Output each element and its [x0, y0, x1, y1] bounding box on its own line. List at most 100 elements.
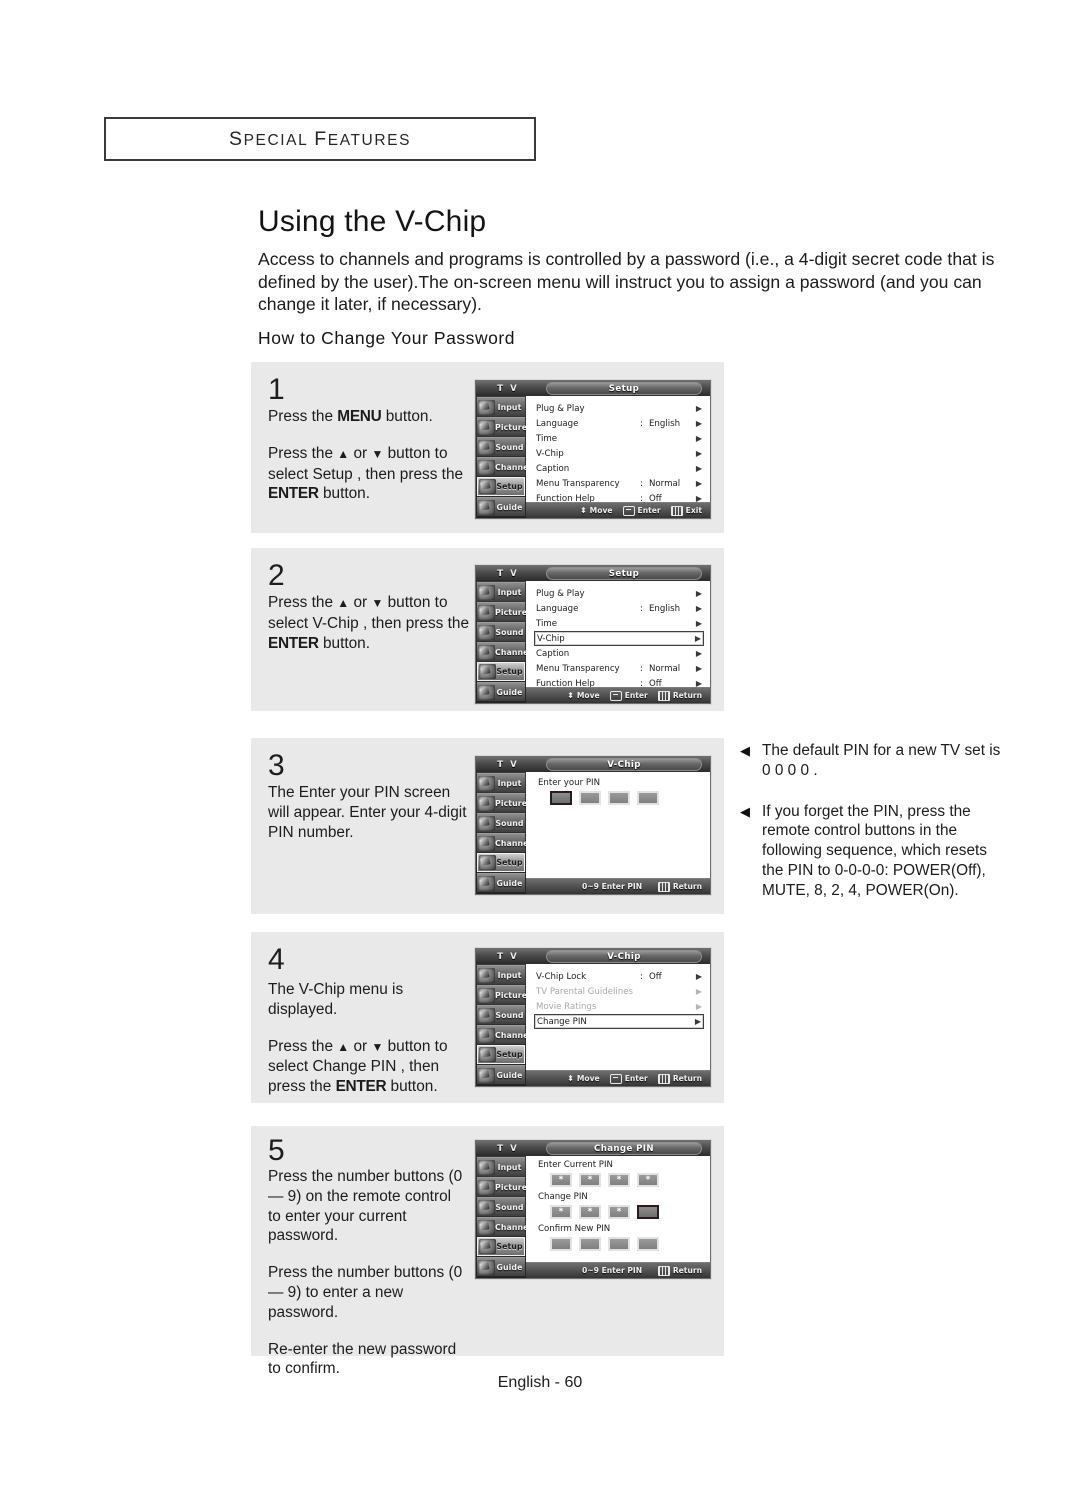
menu-row[interactable]: V-Chip ▶: [534, 446, 704, 461]
footer-hint-enter-pin: 0~9 Enter PIN: [582, 1266, 643, 1275]
sidebar-item-channel[interactable]: Channel: [477, 833, 531, 852]
picture-icon: [478, 987, 495, 1003]
sidebar-item-picture[interactable]: Picture: [477, 602, 527, 621]
pin-digit-box[interactable]: *: [608, 1173, 630, 1187]
pin-digit-box[interactable]: [579, 1237, 601, 1251]
sound-icon: [478, 439, 495, 455]
osd-footer-bar: ⬍ Move Enter Return: [526, 1070, 710, 1086]
sidebar-item-setup[interactable]: Setup: [477, 662, 525, 681]
sidebar-item-guide[interactable]: Guide: [477, 497, 525, 516]
running-header-band: SPECIAL FEATURES: [104, 117, 536, 161]
osd-screen-title: Change PIN: [546, 1142, 702, 1155]
menu-row-selected[interactable]: Change PIN ▶: [534, 1014, 704, 1029]
side-note: ◀ The default PIN for a new TV set is 0 …: [740, 741, 1008, 781]
pin-digit-box[interactable]: [637, 791, 659, 805]
pin-digit-box[interactable]: [550, 1237, 572, 1251]
osd-sidebar[interactable]: Input Picture Sound Channel Setup Guide: [476, 772, 531, 894]
menu-row[interactable]: Language: English ▶: [534, 416, 704, 431]
sidebar-item-channel[interactable]: Channel: [477, 1025, 531, 1044]
sidebar-item-setup[interactable]: Setup: [477, 477, 525, 496]
pin-digit-box[interactable]: *: [579, 1173, 601, 1187]
menu-row[interactable]: Caption ▶: [534, 461, 704, 476]
pin-digit-box[interactable]: [550, 791, 572, 805]
sidebar-item-setup[interactable]: Setup: [477, 853, 525, 872]
menu-row[interactable]: Caption ▶: [534, 646, 704, 661]
sidebar-item-guide[interactable]: Guide: [477, 873, 525, 892]
sidebar-item-picture[interactable]: Picture: [477, 417, 527, 436]
osd-footer-bar: 0~9 Enter PIN Return: [526, 1262, 710, 1278]
pin-digit-box[interactable]: [579, 791, 601, 805]
osd-titlebar: T V V-Chip: [476, 949, 710, 964]
sidebar-item-picture[interactable]: Picture: [477, 793, 527, 812]
pin-digit-box[interactable]: *: [550, 1205, 572, 1219]
step-number: 4: [268, 943, 285, 976]
menu-row-disabled: Movie Ratings ▶: [536, 1001, 702, 1012]
pin-digit-box[interactable]: *: [579, 1205, 601, 1219]
pin-digit-box[interactable]: *: [608, 1205, 630, 1219]
pin-digit-row[interactable]: [538, 1237, 710, 1251]
step-panel-2: 2 Press the ▲ or ▼ button to select V-Ch…: [251, 548, 724, 711]
menu-row[interactable]: Menu Transparency: Normal ▶: [534, 476, 704, 491]
sidebar-item-guide[interactable]: Guide: [477, 1257, 525, 1276]
chevron-right-icon: ▶: [695, 404, 702, 413]
pin-prompt-label: Enter your PIN: [538, 778, 600, 788]
pin-digit-box[interactable]: [637, 1237, 659, 1251]
osd-sidebar[interactable]: Input Picture Sound Channel Setup Guide: [476, 1156, 531, 1278]
step-panel-4: 4 The V-Chip menu is displayed. Press th…: [251, 932, 724, 1103]
sidebar-item-channel[interactable]: Channel: [477, 642, 531, 661]
osd-menu-list: Plug & Play ▶ Language: English ▶ Time ▶ V-C…: [526, 396, 710, 518]
sidebar-item-setup[interactable]: Setup: [477, 1045, 525, 1064]
step-panel-5: 5 Press the number buttons (0 — 9) on th…: [251, 1126, 724, 1377]
pin-digit-box[interactable]: [608, 791, 630, 805]
sound-icon: [478, 1199, 495, 1215]
sidebar-item-input[interactable]: Input: [477, 773, 525, 792]
osd-sidebar[interactable]: Input Picture Sound Channel Setup Guide: [476, 964, 531, 1086]
menu-row[interactable]: V-Chip Lock: Off ▶: [534, 969, 704, 984]
exit-icon: [657, 1265, 670, 1276]
menu-row-selected[interactable]: V-Chip ▶: [534, 631, 704, 646]
osd-tv-label: T V: [497, 568, 519, 579]
pin-digit-row[interactable]: [538, 791, 710, 805]
sidebar-item-picture[interactable]: Picture: [477, 1177, 527, 1196]
pin-digit-row[interactable]: * * * *: [538, 1173, 710, 1187]
osd-sidebar[interactable]: Input Picture Sound Channel Setup Guide: [476, 396, 531, 518]
enter-key-label: ENTER: [268, 485, 319, 503]
pin-digit-box[interactable]: *: [637, 1173, 659, 1187]
sidebar-item-input[interactable]: Input: [477, 1157, 525, 1176]
osd-sidebar[interactable]: Input Picture Sound Channel Setup Guide: [476, 581, 531, 703]
menu-row[interactable]: Time ▶: [534, 431, 704, 446]
step3-para1: The Enter your PIN screen will appear. E…: [268, 784, 467, 841]
sidebar-item-picture[interactable]: Picture: [477, 985, 527, 1004]
footer-hint-move: ⬍ Move: [579, 505, 613, 515]
sidebar-item-sound[interactable]: Sound: [477, 622, 525, 641]
sidebar-item-input[interactable]: Input: [477, 397, 525, 416]
osd-titlebar: T V Setup: [476, 566, 710, 581]
sidebar-item-sound[interactable]: Sound: [477, 813, 525, 832]
menu-row[interactable]: Menu Transparency: Normal ▶: [534, 661, 704, 676]
channel-icon: [478, 644, 495, 660]
sidebar-item-guide[interactable]: Guide: [477, 682, 525, 701]
sidebar-item-sound[interactable]: Sound: [477, 437, 525, 456]
pin-digit-row[interactable]: * * *: [538, 1205, 710, 1219]
menu-row[interactable]: Language: English ▶: [534, 601, 704, 616]
input-icon: [478, 775, 495, 791]
menu-row[interactable]: Plug & Play ▶: [534, 401, 704, 416]
pin-digit-box[interactable]: [608, 1237, 630, 1251]
sidebar-item-sound[interactable]: Sound: [477, 1197, 525, 1216]
sidebar-item-input[interactable]: Input: [477, 965, 525, 984]
menu-row[interactable]: Time ▶: [534, 616, 704, 631]
pin-digit-box[interactable]: [637, 1205, 659, 1219]
sidebar-item-channel[interactable]: Channel: [477, 1217, 531, 1236]
sidebar-item-sound[interactable]: Sound: [477, 1005, 525, 1024]
input-icon: [478, 967, 495, 983]
osd-screen-change-pin: T V Change PIN Input Picture Sound Chann…: [475, 1140, 711, 1279]
osd-screen-setup-1: T V Setup Input Picture Sound Channel Se…: [475, 380, 711, 519]
side-note: ◀ If you forget the PIN, press the remot…: [740, 802, 1008, 901]
sidebar-item-guide[interactable]: Guide: [477, 1065, 525, 1084]
sidebar-item-channel[interactable]: Channel: [477, 457, 531, 476]
sidebar-item-setup[interactable]: Setup: [477, 1237, 525, 1256]
menu-row[interactable]: Plug & Play ▶: [534, 586, 704, 601]
sidebar-item-input[interactable]: Input: [477, 582, 525, 601]
up-arrow-icon: ▲: [337, 446, 350, 461]
pin-digit-box[interactable]: *: [550, 1173, 572, 1187]
